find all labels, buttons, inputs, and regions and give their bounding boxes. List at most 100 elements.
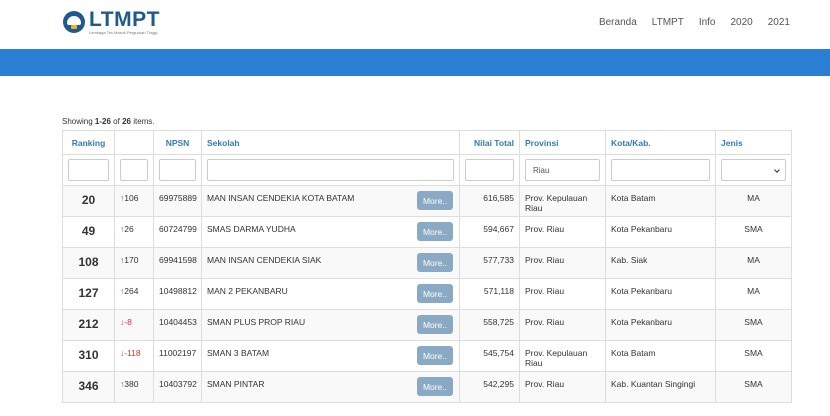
table-row: 212 ↓-8 10404453 SMAN PLUS PROP RIAU More.. 5…	[62, 309, 792, 341]
cell-kota: Kota Pekanbaru	[605, 278, 716, 310]
table-row: 127 ↑264 10498812 MAN 2 PEKANBARU More.. 571,…	[62, 278, 792, 310]
cell-delta: ↓-8	[114, 309, 154, 341]
col-delta	[114, 130, 154, 155]
col-ranking[interactable]: Ranking	[62, 130, 115, 155]
delta-value: 170	[124, 255, 139, 265]
filter-delta-input[interactable]	[120, 159, 148, 181]
col-kota[interactable]: Kota/Kab.	[605, 130, 716, 155]
table-row: 49 ↑26 60724799 SMAS DARMA YUDHA More.. 594,6…	[62, 216, 792, 248]
table-header-row: Ranking NPSN Sekolah Nilai Total Provins…	[62, 130, 792, 155]
nav-2020[interactable]: 2020	[731, 17, 753, 28]
summary-total: 26	[122, 117, 131, 126]
cell-sekolah: MAN INSAN CENDEKIA SIAK More..	[201, 247, 460, 279]
cell-nilai-total: 571,118	[459, 278, 520, 310]
nav-info[interactable]: Info	[699, 17, 716, 28]
filter-jenis-select[interactable]	[721, 159, 786, 181]
more-button[interactable]: More..	[417, 222, 453, 241]
cell-provinsi: Prov. Kepulauan Riau	[519, 340, 606, 372]
col-npsn[interactable]: NPSN	[153, 130, 202, 155]
cell-sekolah: MAN 2 PEKANBARU More..	[201, 278, 460, 310]
col-provinsi[interactable]: Provinsi	[519, 130, 606, 155]
ltmpt-emblem-icon	[63, 11, 85, 33]
more-button[interactable]: More..	[417, 315, 453, 334]
col-jenis[interactable]: Jenis	[715, 130, 792, 155]
table-row: 310 ↓-118 11002197 SMAN 3 BATAM More.. 545,75…	[62, 340, 792, 372]
filter-provinsi-input[interactable]	[525, 159, 600, 181]
school-name: MAN INSAN CENDEKIA SIAK	[207, 255, 322, 265]
school-name: SMAN PLUS PROP RIAU	[207, 317, 306, 327]
filter-kota-input[interactable]	[611, 159, 710, 181]
table-row: 108 ↑170 69941598 MAN INSAN CENDEKIA SIAK Mo…	[62, 247, 792, 279]
cell-provinsi: Prov. Kepulauan Riau	[519, 185, 606, 217]
delta-value: 26	[124, 224, 134, 234]
col-sekolah[interactable]: Sekolah	[201, 130, 460, 155]
logo-wordmark: LTMPT	[89, 8, 160, 31]
ranking-table: Ranking NPSN Sekolah Nilai Total Provins…	[62, 130, 792, 403]
delta-value: 380	[124, 379, 139, 389]
more-button[interactable]: More..	[417, 377, 453, 396]
cell-kota: Kota Batam	[605, 340, 716, 372]
col-nilai-total[interactable]: Nilai Total	[459, 130, 520, 155]
cell-kota: Kota Pekanbaru	[605, 216, 716, 248]
school-name: MAN 2 PEKANBARU	[207, 286, 288, 296]
cell-rank: 212	[62, 309, 115, 341]
cell-nilai-total: 616,585	[459, 185, 520, 217]
results-summary: Showing 1-26 of 26 items.	[62, 117, 155, 126]
cell-npsn: 10404453	[153, 309, 202, 341]
cell-sekolah: MAN INSAN CENDEKIA KOTA BATAM More..	[201, 185, 460, 217]
cell-nilai-total: 558,725	[459, 309, 520, 341]
cell-npsn: 60724799	[153, 216, 202, 248]
more-button[interactable]: More..	[417, 284, 453, 303]
cell-npsn: 69975889	[153, 185, 202, 217]
more-button[interactable]: More..	[417, 191, 453, 210]
school-name: SMAS DARMA YUDHA	[207, 224, 296, 234]
filter-nilai-input[interactable]	[465, 159, 514, 181]
cell-kota: Kab. Kuantan Singingi	[605, 371, 716, 403]
ltmpt-logo[interactable]: LTMPT Lembaga Tes Masuk Perguruan Tinggi	[63, 8, 160, 36]
delta-value: 106	[124, 193, 139, 203]
cell-rank: 346	[62, 371, 115, 403]
cell-kota: Kota Pekanbaru	[605, 309, 716, 341]
cell-npsn: 10498812	[153, 278, 202, 310]
cell-provinsi: Prov. Riau	[519, 278, 606, 310]
cell-npsn: 10403792	[153, 371, 202, 403]
filter-ranking-input[interactable]	[68, 159, 109, 181]
nav-ltmpt[interactable]: LTMPT	[652, 17, 684, 28]
cell-sekolah: SMAN PINTAR More..	[201, 371, 460, 403]
cell-kota: Kab. Siak	[605, 247, 716, 279]
cell-delta: ↑26	[114, 216, 154, 248]
header-banner	[0, 49, 830, 76]
delta-value: -8	[124, 317, 132, 327]
cell-delta: ↓-118	[114, 340, 154, 372]
cell-rank: 20	[62, 185, 115, 217]
cell-jenis: SMA	[715, 216, 792, 248]
nav-2021[interactable]: 2021	[768, 17, 790, 28]
cell-nilai-total: 577,733	[459, 247, 520, 279]
delta-value: 264	[124, 286, 139, 296]
cell-npsn: 69941598	[153, 247, 202, 279]
cell-sekolah: SMAN 3 BATAM More..	[201, 340, 460, 372]
cell-delta: ↑106	[114, 185, 154, 217]
school-name: SMAN 3 BATAM	[207, 348, 270, 358]
filter-sekolah-input[interactable]	[207, 159, 454, 181]
more-button[interactable]: More..	[417, 346, 453, 365]
cell-kota: Kota Batam	[605, 185, 716, 217]
filter-npsn-input[interactable]	[159, 159, 196, 181]
cell-jenis: SMA	[715, 309, 792, 341]
cell-jenis: SMA	[715, 371, 792, 403]
cell-jenis: MA	[715, 278, 792, 310]
cell-provinsi: Prov. Riau	[519, 216, 606, 248]
cell-rank: 108	[62, 247, 115, 279]
cell-sekolah: SMAS DARMA YUDHA More..	[201, 216, 460, 248]
cell-delta: ↑264	[114, 278, 154, 310]
cell-provinsi: Prov. Riau	[519, 371, 606, 403]
cell-jenis: SMA	[715, 340, 792, 372]
school-name: MAN INSAN CENDEKIA KOTA BATAM	[207, 193, 355, 203]
nav-beranda[interactable]: Beranda	[599, 17, 637, 28]
cell-npsn: 11002197	[153, 340, 202, 372]
top-navbar: LTMPT Lembaga Tes Masuk Perguruan Tinggi…	[0, 0, 830, 49]
main-nav: Beranda LTMPT Info 2020 2021	[599, 17, 790, 28]
more-button[interactable]: More..	[417, 253, 453, 272]
cell-rank: 49	[62, 216, 115, 248]
cell-jenis: MA	[715, 247, 792, 279]
